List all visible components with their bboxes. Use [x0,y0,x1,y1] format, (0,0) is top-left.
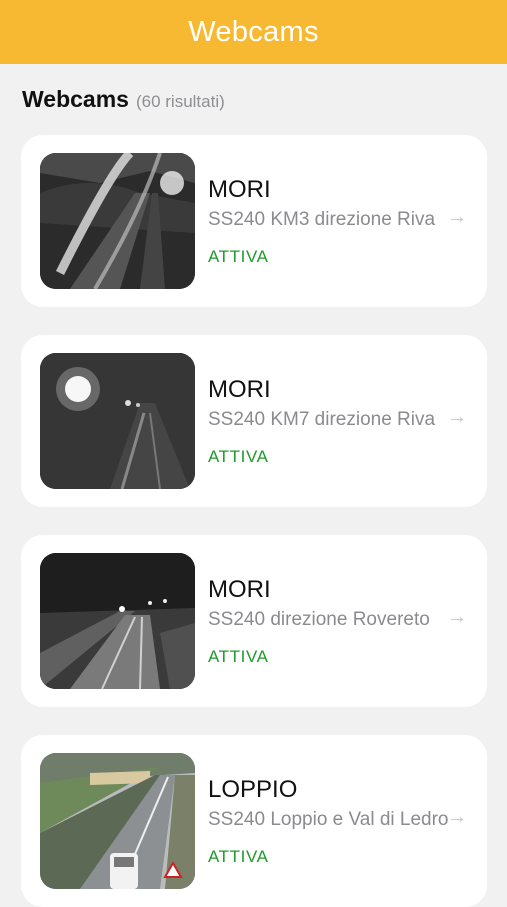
arrow-right-icon: → [447,806,467,828]
header-title: Webcams [188,15,319,48]
webcam-card[interactable]: MORI SS240 KM3 direzione Riva ATTIVA → [21,135,487,307]
webcam-status: ATTIVA [208,847,269,866]
section-header: Webcams (60 risultati) [22,86,225,116]
webcam-location: MORI [208,576,271,603]
results-count: (60 risultati) [135,92,225,111]
webcam-road: SS240 Loppio e Val di Ledro [208,809,449,830]
webcam-location: MORI [208,376,271,403]
section-title: Webcams [22,86,129,112]
webcam-card[interactable]: MORI SS240 direzione Rovereto ATTIVA → [21,535,487,707]
webcam-location: LOPPIO [208,776,298,803]
arrow-right-icon: → [447,206,467,228]
webcam-road: SS240 KM7 direzione Riva [208,409,436,430]
webcam-location: MORI [208,176,271,203]
arrow-right-icon: → [447,406,467,428]
webcam-status: ATTIVA [208,647,269,666]
arrow-right-icon: → [447,606,467,628]
webcam-thumbnail [40,553,195,689]
webcam-card[interactable]: LOPPIO SS240 Loppio e Val di Ledro ATTIV… [21,735,487,907]
webcam-card[interactable]: MORI SS240 KM7 direzione Riva ATTIVA → [21,335,487,507]
webcam-status: ATTIVA [208,247,269,266]
webcam-road: SS240 KM3 direzione Riva [208,209,436,230]
webcam-status: ATTIVA [208,447,269,466]
webcam-thumbnail [40,153,195,289]
webcam-thumbnail [40,353,195,489]
webcam-road: SS240 direzione Rovereto [208,609,430,630]
app-header: Webcams [0,0,507,64]
webcam-thumbnail [40,753,195,889]
